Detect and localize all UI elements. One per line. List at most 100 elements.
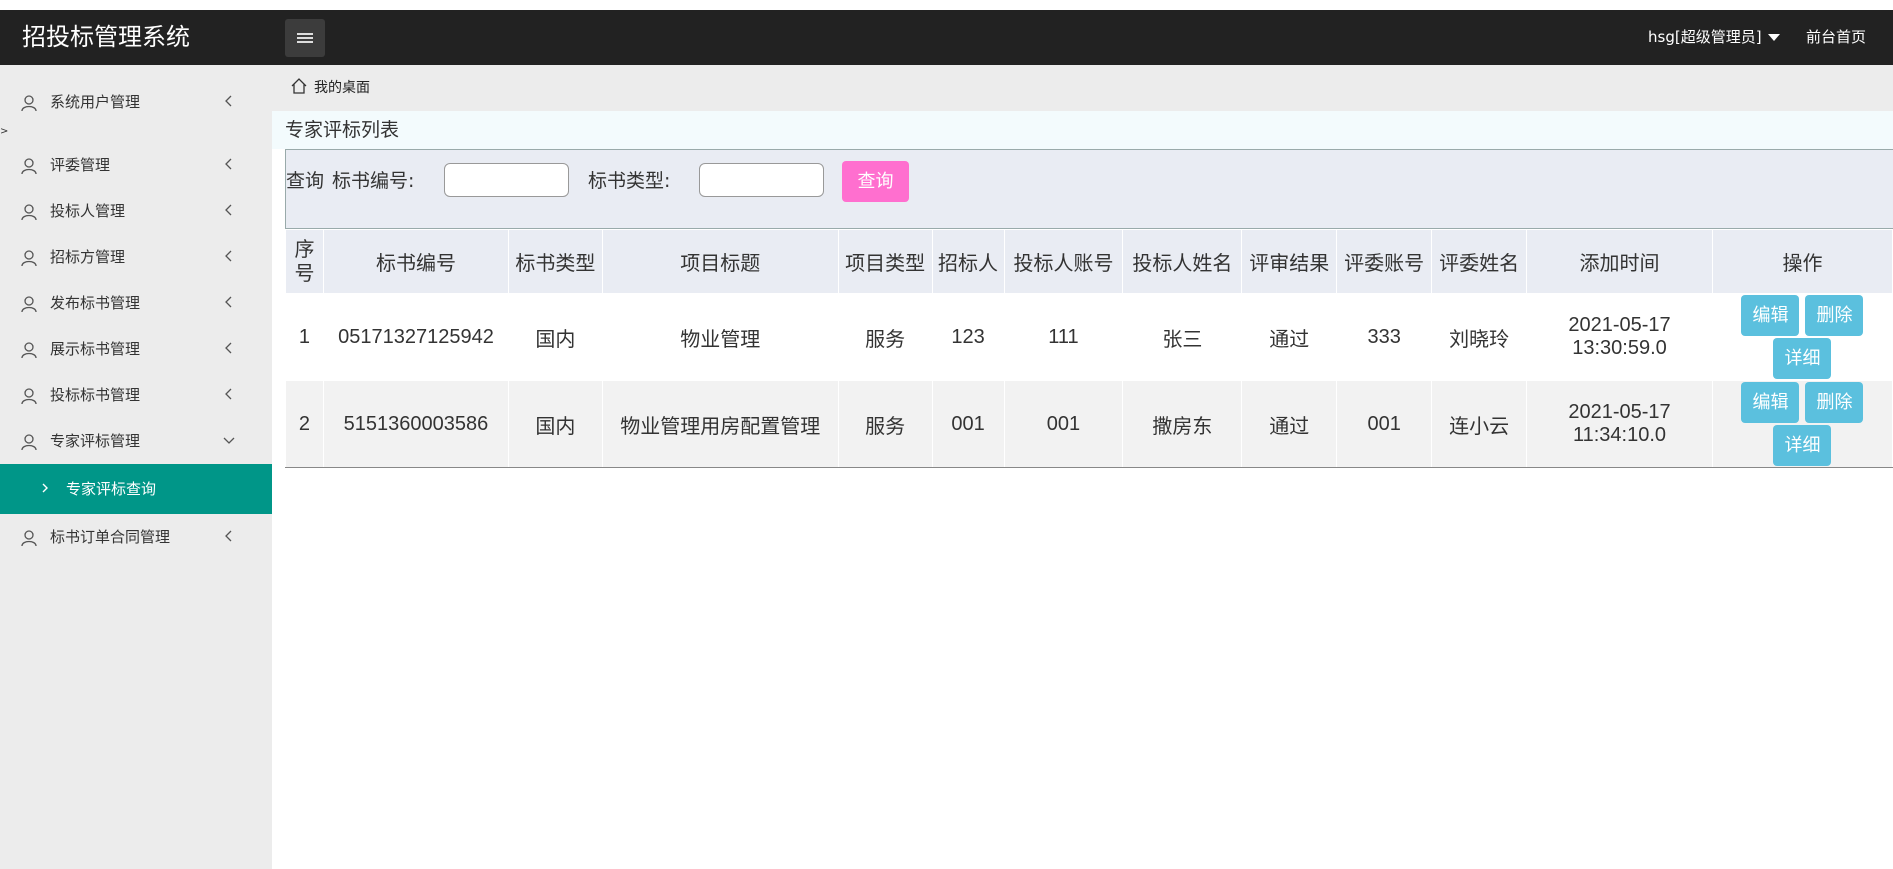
column-header: 标书编号 <box>322 229 509 294</box>
tender-code: 5151360003586 <box>322 380 509 468</box>
sidebar-item-label: 专家评标管理 <box>50 432 141 450</box>
edit-button[interactable]: 编辑 <box>1741 382 1800 423</box>
sidebar-item-label: 投标标书管理 <box>50 386 141 404</box>
column-header: 序号 <box>285 229 324 294</box>
breadcrumb: 我的桌面 <box>272 65 1893 111</box>
type-search-input[interactable] <box>699 163 824 197</box>
code-search-input[interactable] <box>444 163 569 197</box>
added-time: 2021-05-17 13:30:59.0 <box>1526 293 1713 381</box>
top-strip <box>0 0 1893 10</box>
project-title: 物业管理 <box>601 293 839 381</box>
column-header: 投标人姓名 <box>1122 229 1243 294</box>
sidebar-item-label: 评委管理 <box>50 156 111 174</box>
chevron-left-icon <box>225 530 232 542</box>
tender-code: 05171327125942 <box>322 293 509 381</box>
search-form: 查询 标书编号: 标书类型: 查询 <box>285 149 1893 229</box>
sidebar-subitem-label: 专家评标查询 <box>66 480 157 498</box>
sidebar-item-publish-tender[interactable]: 发布标书管理 <box>0 280 272 326</box>
column-header: 评审结果 <box>1241 229 1338 294</box>
top-navbar <box>0 10 1893 65</box>
detail-button[interactable]: 详细 <box>1773 338 1832 379</box>
column-header: 项目标题 <box>601 229 839 294</box>
review-result: 通过 <box>1241 380 1338 468</box>
actions-cell: 编辑 删除详细 <box>1711 380 1893 468</box>
judge-account: 333 <box>1336 293 1433 381</box>
app-title: 招投标管理系统 <box>22 23 190 51</box>
chevron-left-icon <box>225 388 232 400</box>
tender-type: 国内 <box>507 293 603 381</box>
delete-button[interactable]: 删除 <box>1805 295 1864 336</box>
chevron-left-icon <box>225 95 232 107</box>
user-icon <box>21 342 37 359</box>
menu-toggle-button[interactable] <box>285 19 325 57</box>
judge-name: 连小云 <box>1431 380 1528 468</box>
project-type: 服务 <box>837 293 933 381</box>
sidebar-item-bid-documents[interactable]: 投标标书管理 <box>0 372 272 418</box>
bidder-name: 撒房东 <box>1122 380 1243 468</box>
added-date: 2021-05-17 <box>1568 401 1671 423</box>
sidebar-item-label: 投标人管理 <box>50 202 126 220</box>
added-time: 2021-05-17 11:34:10.0 <box>1526 380 1713 468</box>
panel-title-bar: 专家评标列表 <box>272 111 1893 149</box>
sidebar-item-label: 招标方管理 <box>50 248 126 266</box>
bidder-account: 001 <box>1003 380 1124 468</box>
stray-mark: > <box>0 126 9 137</box>
type-field-label: 标书类型: <box>588 170 671 192</box>
delete-button[interactable]: 删除 <box>1805 382 1864 423</box>
column-header: 评委姓名 <box>1431 229 1528 294</box>
sidebar-item-show-tender[interactable]: 展示标书管理 <box>0 326 272 372</box>
table-row: 1 05171327125942 国内 物业管理 服务 123 111 张三 通… <box>285 293 1893 381</box>
table-row: 2 5151360003586 国内 物业管理用房配置管理 服务 001 001… <box>285 380 1893 468</box>
judge-name: 刘晓玲 <box>1431 293 1528 381</box>
bidder-account: 111 <box>1003 293 1124 381</box>
chevron-left-icon <box>225 158 232 170</box>
front-home-link[interactable]: 前台首页 <box>1806 10 1866 65</box>
column-header: 评委账号 <box>1336 229 1433 294</box>
detail-button[interactable]: 详细 <box>1773 425 1832 466</box>
edit-button[interactable]: 编辑 <box>1741 295 1800 336</box>
sidebar-item-contracts[interactable]: 标书订单合同管理 <box>0 514 272 560</box>
added-date: 2021-05-17 <box>1568 314 1671 336</box>
sidebar-item-expert-review[interactable]: 专家评标管理 <box>0 418 272 464</box>
sidebar-item-label: 发布标书管理 <box>50 294 141 312</box>
sidebar-item-system-users[interactable]: 系统用户管理 <box>0 79 272 125</box>
sidebar: 系统用户管理 评委管理 投标人管理 招标方管理 发布标书管理 展示标书管理 投标… <box>0 65 272 869</box>
user-icon <box>21 388 37 405</box>
project-type: 服务 <box>837 380 933 468</box>
chevron-left-icon <box>225 204 232 216</box>
user-icon <box>21 434 37 451</box>
breadcrumb-home-link[interactable]: 我的桌面 <box>314 65 370 111</box>
column-header: 操作 <box>1711 229 1893 294</box>
judge-account: 001 <box>1336 380 1433 468</box>
sidebar-item-judges[interactable]: 评委管理 <box>0 142 272 188</box>
page-title: 专家评标列表 <box>285 119 400 141</box>
user-icon <box>21 158 37 175</box>
column-header: 添加时间 <box>1526 229 1713 294</box>
column-header: 投标人账号 <box>1003 229 1124 294</box>
user-menu[interactable]: hsg[超级管理员] <box>1648 10 1780 65</box>
sidebar-item-label: 标书订单合同管理 <box>50 528 171 546</box>
column-header: 招标人 <box>931 229 1005 294</box>
chevron-left-icon <box>225 296 232 308</box>
table-header-row: 序号 标书编号 标书类型 项目标题 项目类型 招标人 投标人账号 投标人姓名 评… <box>285 229 1893 294</box>
tenderer: 001 <box>931 380 1005 468</box>
sidebar-subitem-expert-review-query[interactable]: 专家评标查询 <box>0 464 272 514</box>
column-header: 项目类型 <box>837 229 933 294</box>
user-icon <box>21 95 37 112</box>
user-label: hsg[超级管理员] <box>1648 28 1762 46</box>
chevron-left-icon <box>225 250 232 262</box>
actions-cell: 编辑 删除详细 <box>1711 293 1893 381</box>
user-icon <box>21 204 37 221</box>
user-icon <box>21 250 37 267</box>
home-icon <box>291 78 307 94</box>
tender-type: 国内 <box>507 380 603 468</box>
sidebar-item-label: 展示标书管理 <box>50 340 141 358</box>
sidebar-item-label: 系统用户管理 <box>50 93 141 111</box>
chevron-right-icon <box>42 483 48 493</box>
sidebar-item-bidders[interactable]: 投标人管理 <box>0 188 272 234</box>
row-number: 1 <box>285 293 324 381</box>
user-icon <box>21 296 37 313</box>
sidebar-item-tenderers[interactable]: 招标方管理 <box>0 234 272 280</box>
chevron-left-icon <box>225 342 232 354</box>
search-button[interactable]: 查询 <box>842 161 909 202</box>
